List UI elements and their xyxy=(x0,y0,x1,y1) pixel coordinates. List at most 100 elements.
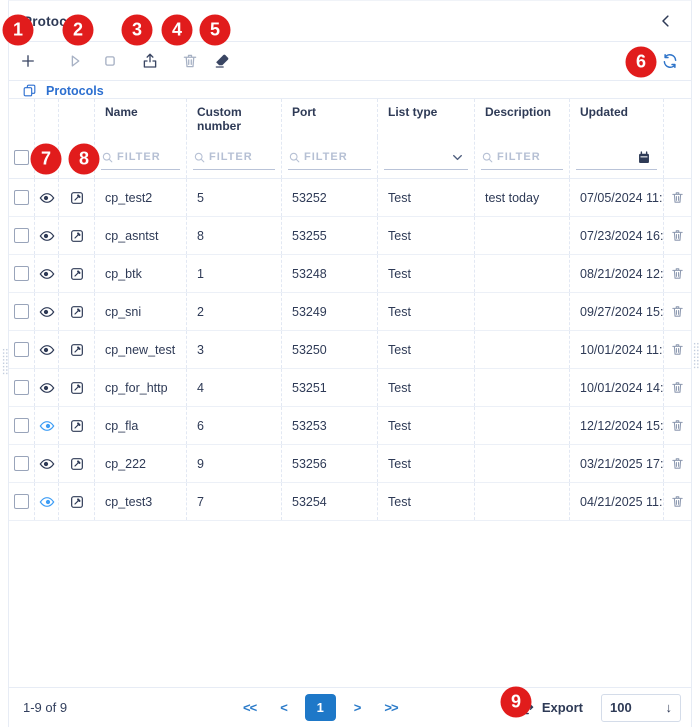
row-delete-icon[interactable] xyxy=(670,266,685,281)
view-eye-icon[interactable] xyxy=(39,418,55,434)
cell-list-type: Test xyxy=(378,407,475,444)
view-eye-icon[interactable] xyxy=(39,380,55,396)
row-checkbox[interactable] xyxy=(14,342,29,357)
cell-updated: 03/21/2025 17:3 xyxy=(570,445,664,482)
view-eye-icon[interactable] xyxy=(39,266,55,282)
column-header-custom-number[interactable]: Custom number xyxy=(187,99,282,137)
row-checkbox[interactable] xyxy=(14,418,29,433)
header-actions-col xyxy=(664,99,691,137)
cell-name: cp_asntst xyxy=(95,217,187,254)
column-header-port[interactable]: Port xyxy=(282,99,378,137)
row-delete-icon[interactable] xyxy=(670,228,685,243)
arrow-down-icon: ↓ xyxy=(666,700,673,715)
row-checkbox[interactable] xyxy=(14,266,29,281)
row-delete-icon[interactable] xyxy=(670,342,685,357)
view-eye-icon[interactable] xyxy=(39,456,55,472)
row-delete-icon[interactable] xyxy=(670,304,685,319)
column-header-description[interactable]: Description xyxy=(475,99,570,137)
row-checkbox[interactable] xyxy=(14,304,29,319)
refresh-button[interactable] xyxy=(661,52,679,70)
port-filter-input[interactable] xyxy=(301,151,371,163)
row-delete-icon[interactable] xyxy=(670,494,685,509)
row-delete-icon[interactable] xyxy=(670,456,685,471)
select-all-checkbox[interactable] xyxy=(14,150,29,165)
row-delete-icon[interactable] xyxy=(670,380,685,395)
left-resize-handle[interactable] xyxy=(2,348,9,376)
row-delete-icon[interactable] xyxy=(670,418,685,433)
view-eye-icon[interactable] xyxy=(39,494,55,510)
cell-updated: 07/23/2024 16:4 xyxy=(570,217,664,254)
upload-button[interactable] xyxy=(141,52,159,70)
table-row: cp_sni 2 53249 Test 09/27/2024 15:4 xyxy=(9,293,691,331)
table-body: cp_test2 5 53252 Test test today 07/05/2… xyxy=(9,179,691,521)
clear-filter-button[interactable] xyxy=(213,52,231,70)
row-checkbox[interactable] xyxy=(14,380,29,395)
table-row: cp_fla 6 53253 Test 12/12/2024 15:0 xyxy=(9,407,691,445)
run-button[interactable] xyxy=(66,52,84,70)
edit-icon[interactable] xyxy=(69,418,85,434)
row-delete-icon[interactable] xyxy=(670,190,685,205)
header-edit-col xyxy=(59,99,95,137)
cell-port: 53249 xyxy=(282,293,378,330)
breadcrumb-protocols-link[interactable]: Protocols xyxy=(46,84,104,98)
description-filter-input[interactable] xyxy=(494,151,563,163)
list-type-filter-select[interactable] xyxy=(384,145,468,170)
right-resize-handle[interactable] xyxy=(693,342,700,370)
edit-icon[interactable] xyxy=(69,190,85,206)
cell-description xyxy=(475,407,570,444)
eraser-icon xyxy=(213,52,231,70)
cell-custom-number: 8 xyxy=(187,217,282,254)
page-size-select[interactable]: 100 ↓ xyxy=(601,694,681,722)
edit-icon[interactable] xyxy=(69,494,85,510)
column-header-name[interactable]: Name xyxy=(95,99,187,137)
add-button[interactable] xyxy=(19,52,37,70)
edit-icon[interactable] xyxy=(69,342,85,358)
view-eye-icon[interactable] xyxy=(39,304,55,320)
last-page-button[interactable]: >> xyxy=(372,700,409,715)
prev-page-button[interactable]: < xyxy=(268,700,299,715)
updated-date-filter[interactable] xyxy=(576,145,657,170)
refresh-icon xyxy=(661,52,679,70)
cell-name: cp_for_http xyxy=(95,369,187,406)
edit-icon[interactable] xyxy=(69,456,85,472)
view-eye-icon[interactable] xyxy=(39,190,55,206)
cell-name: cp_btk xyxy=(95,255,187,292)
row-checkbox[interactable] xyxy=(14,456,29,471)
view-eye-icon[interactable] xyxy=(39,228,55,244)
current-page-button[interactable]: 1 xyxy=(305,694,336,721)
edit-icon[interactable] xyxy=(69,304,85,320)
view-eye-icon[interactable] xyxy=(39,342,55,358)
edit-icon[interactable] xyxy=(69,380,85,396)
next-page-button[interactable]: > xyxy=(342,700,373,715)
edit-icon[interactable] xyxy=(69,228,85,244)
cell-list-type: Test xyxy=(378,179,475,216)
table-filter-row xyxy=(9,137,691,179)
cell-description xyxy=(475,369,570,406)
column-header-updated[interactable]: Updated xyxy=(570,99,664,137)
protocols-panel: Protocols xyxy=(8,0,692,727)
cell-description xyxy=(475,293,570,330)
annotation-badge-7: 7 xyxy=(31,144,62,175)
row-checkbox[interactable] xyxy=(14,190,29,205)
stop-button[interactable] xyxy=(101,52,119,70)
row-checkbox[interactable] xyxy=(14,228,29,243)
toolbar xyxy=(9,42,691,81)
annotation-badge-1: 1 xyxy=(3,15,34,46)
column-header-list-type[interactable]: List type xyxy=(378,99,475,137)
page-size-value: 100 xyxy=(610,700,632,715)
annotation-badge-5: 5 xyxy=(200,15,231,46)
row-checkbox[interactable] xyxy=(14,494,29,509)
custom-number-filter-input[interactable] xyxy=(206,151,275,163)
collapse-panel-button[interactable] xyxy=(657,12,675,30)
edit-icon[interactable] xyxy=(69,266,85,282)
cell-port: 53252 xyxy=(282,179,378,216)
first-page-button[interactable]: << xyxy=(231,700,268,715)
cell-custom-number: 2 xyxy=(187,293,282,330)
play-icon xyxy=(66,52,84,70)
name-filter-input[interactable] xyxy=(114,151,180,163)
delete-button[interactable] xyxy=(181,52,199,70)
cell-custom-number: 9 xyxy=(187,445,282,482)
protocols-screen: Protocols xyxy=(0,0,700,727)
table-row: cp_for_http 4 53251 Test 10/01/2024 14:5 xyxy=(9,369,691,407)
protocols-table: Name Custom number Port List type Descri… xyxy=(9,98,691,521)
